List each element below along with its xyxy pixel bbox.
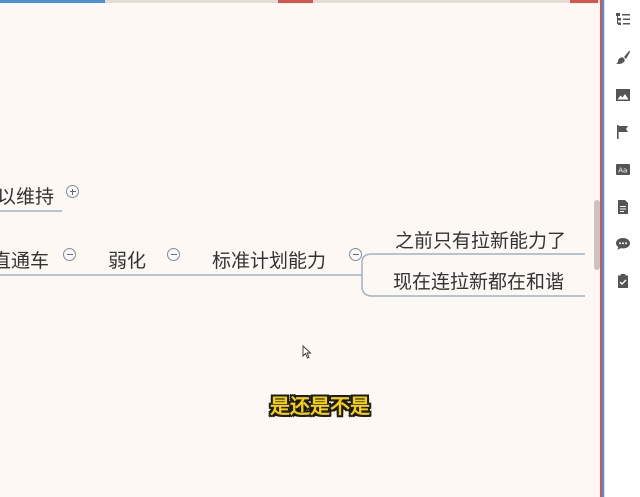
svg-text:Aa: Aa	[618, 167, 627, 175]
document-icon[interactable]	[614, 198, 632, 216]
collapse-minus-icon[interactable]	[63, 248, 76, 261]
mouse-cursor-icon	[302, 345, 312, 359]
node-child-2[interactable]: 现在连拉新都在和谐	[393, 267, 564, 294]
node-through-car[interactable]: 直通车	[0, 246, 49, 273]
collapse-minus-icon[interactable]	[349, 248, 362, 261]
brush-icon[interactable]	[614, 48, 632, 66]
outline-icon[interactable]	[614, 10, 632, 28]
expand-plus-icon[interactable]	[66, 185, 79, 198]
mindmap-canvas[interactable]: 以维持 直通车 弱化 标准计划能力 之前只有拉新能力了 现在连拉新都在和谐 是还…	[0, 0, 600, 497]
right-toolbar: Aa	[604, 0, 640, 497]
comment-icon[interactable]	[614, 235, 632, 253]
collapse-minus-icon[interactable]	[167, 248, 180, 261]
text-style-icon[interactable]: Aa	[614, 161, 632, 179]
video-subtitle: 是还是不是	[270, 394, 370, 418]
node-maintain[interactable]: 以维持	[0, 182, 54, 209]
flag-icon[interactable]	[614, 123, 632, 141]
node-child-1[interactable]: 之前只有拉新能力了	[395, 226, 566, 253]
node-weaken[interactable]: 弱化	[108, 246, 146, 273]
clipboard-icon[interactable]	[614, 272, 632, 290]
node-standard-plan[interactable]: 标准计划能力	[212, 246, 326, 273]
image-icon[interactable]	[614, 86, 632, 104]
